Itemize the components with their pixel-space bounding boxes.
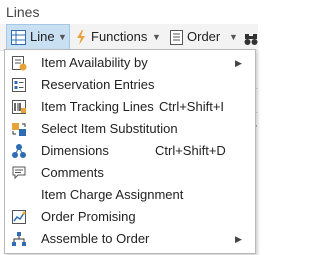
menu-item-shortcut: Ctrl+Shift+D [155, 143, 226, 158]
chevron-down-icon: ▼ [229, 32, 238, 42]
menu-item-label: Dimensions [41, 143, 109, 158]
menu-item-select-item-substitution[interactable]: Select Item Substitution [5, 118, 255, 140]
line-dropdown-menu: Item Availability by ▶ Reservation Entri… [4, 49, 256, 254]
find-button[interactable] [244, 25, 258, 49]
action-toolbar: Line ▼ Functions ▼ Order ▼ [0, 24, 258, 51]
order-promising-icon [11, 209, 27, 225]
dimensions-icon [11, 143, 27, 159]
availability-icon [11, 55, 27, 71]
menu-item-dimensions[interactable]: Dimensions Ctrl+Shift+D [5, 140, 255, 162]
functions-menu-button[interactable]: Functions ▼ [74, 25, 162, 49]
menu-item-label: Assemble to Order [41, 231, 150, 246]
substitution-icon [11, 121, 27, 137]
menu-item-label: Item Tracking Lines [41, 99, 154, 114]
menu-item-comments[interactable]: Comments [5, 162, 255, 184]
functions-menu-label: Functions [91, 29, 148, 44]
line-menu-button[interactable]: Line ▼ [6, 24, 70, 50]
menu-item-label: Item Availability by [41, 55, 148, 70]
menu-item-label: Comments [41, 165, 104, 180]
menu-item-assemble-to-order[interactable]: Assemble to Order ▶ [5, 228, 255, 250]
submenu-arrow-icon: ▶ [235, 234, 242, 244]
menu-item-item-tracking-lines[interactable]: Item Tracking Lines Ctrl+Shift+I [5, 96, 255, 118]
menu-item-label: Reservation Entries [41, 77, 155, 92]
comments-icon [11, 165, 27, 181]
chevron-down-icon: ▼ [152, 32, 161, 42]
menu-item-order-promising[interactable]: Order Promising [5, 206, 255, 228]
menu-item-item-availability-by[interactable]: Item Availability by ▶ [5, 52, 255, 74]
reservation-entries-icon [11, 77, 27, 93]
page-title: Lines [6, 4, 40, 20]
menu-item-shortcut: Ctrl+Shift+I [159, 99, 225, 114]
menu-item-label: Select Item Substitution [41, 121, 178, 136]
order-menu-button[interactable]: Order ▼ [168, 25, 240, 49]
submenu-arrow-icon: ▶ [235, 58, 242, 68]
menu-item-label: Item Charge Assignment [41, 187, 184, 202]
order-menu-label: Order [187, 29, 221, 44]
item-tracking-icon [11, 99, 27, 115]
line-menu-label: Line [30, 29, 55, 44]
menu-item-reservation-entries[interactable]: Reservation Entries [5, 74, 255, 96]
menu-item-label: Order Promising [41, 209, 136, 224]
menu-item-item-charge-assignment[interactable]: Item Charge Assignment [5, 184, 255, 206]
assemble-to-order-icon [11, 231, 27, 247]
chevron-down-icon: ▼ [58, 32, 67, 42]
